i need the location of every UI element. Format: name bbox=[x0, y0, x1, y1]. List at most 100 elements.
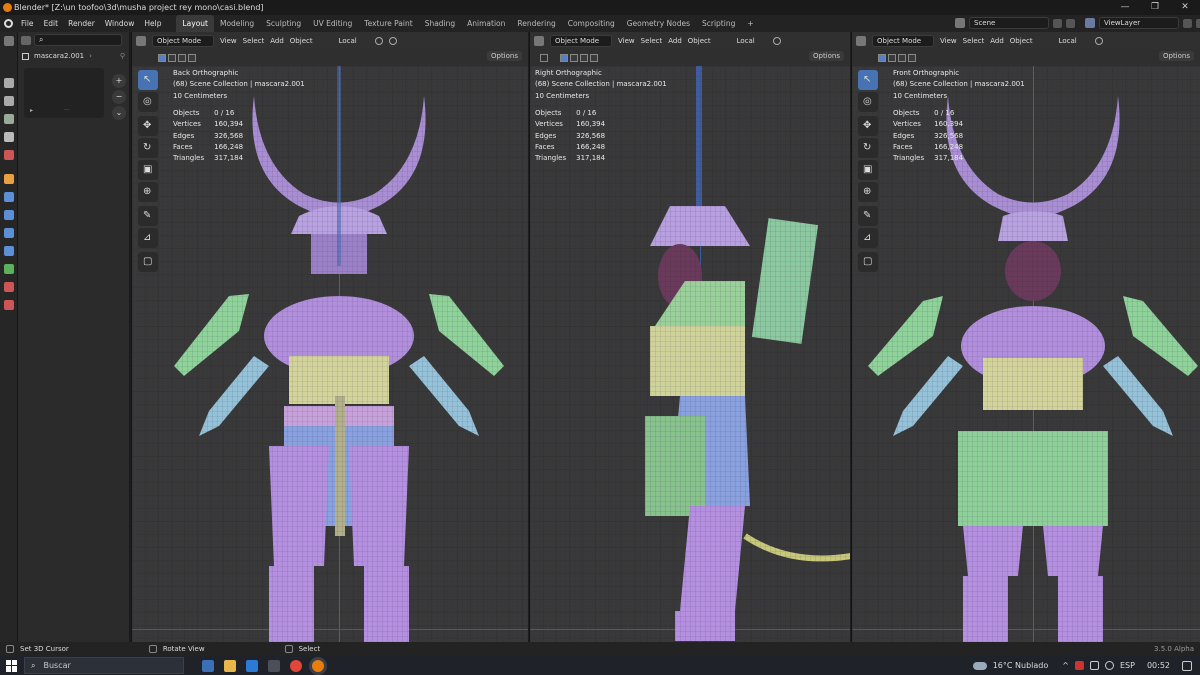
tray-app-icon[interactable] bbox=[1074, 661, 1084, 670]
delete-scene-icon[interactable] bbox=[1066, 18, 1075, 28]
select-invert-icon[interactable] bbox=[908, 53, 916, 62]
select-box-tool[interactable]: ↖ bbox=[858, 70, 878, 90]
scene-tab-icon[interactable] bbox=[4, 150, 14, 160]
scale-tool[interactable]: ▣ bbox=[138, 160, 158, 180]
select-subtract-icon[interactable] bbox=[580, 53, 588, 62]
file-explorer-icon[interactable] bbox=[224, 659, 236, 672]
measure-tool[interactable]: ⊿ bbox=[138, 228, 158, 248]
editor-type-icon[interactable] bbox=[4, 36, 14, 46]
texture-tab-icon[interactable] bbox=[4, 300, 14, 310]
snap-icon[interactable] bbox=[374, 36, 383, 45]
maximize-button[interactable]: ❐ bbox=[1140, 0, 1170, 15]
editor-type-icon[interactable] bbox=[856, 35, 866, 46]
viewport-front[interactable]: Object Mode View Select Add Object Local… bbox=[851, 32, 1200, 642]
minimize-button[interactable]: — bbox=[1110, 0, 1140, 15]
measure-tool[interactable]: ⊿ bbox=[858, 228, 878, 248]
add-cube-tool[interactable]: ▢ bbox=[138, 252, 158, 272]
new-scene-icon[interactable] bbox=[1053, 18, 1062, 28]
blender-menu-icon[interactable] bbox=[0, 15, 16, 32]
language-indicator[interactable]: ESP bbox=[1120, 661, 1135, 670]
weather-label[interactable]: 16°C Nublado bbox=[993, 661, 1049, 670]
tab-layout[interactable]: Layout bbox=[176, 15, 214, 32]
menu-file[interactable]: File bbox=[16, 19, 39, 28]
cursor-tool[interactable]: ◎ bbox=[138, 92, 158, 112]
store-icon[interactable] bbox=[268, 659, 280, 672]
zoom-out-icon[interactable]: − bbox=[112, 90, 126, 104]
transform-tool[interactable]: ⊕ bbox=[138, 182, 158, 202]
object-name[interactable]: mascara2.001 bbox=[34, 52, 84, 60]
chrome-icon[interactable] bbox=[290, 659, 302, 672]
tab-modeling[interactable]: Modeling bbox=[214, 15, 260, 32]
chevron-up-icon[interactable]: ^ bbox=[1062, 661, 1069, 670]
tab-texture-paint[interactable]: Texture Paint bbox=[358, 15, 418, 32]
select-invert-icon[interactable] bbox=[590, 53, 598, 62]
menu-select[interactable]: Select bbox=[243, 37, 265, 45]
menu-edit[interactable]: Edit bbox=[39, 19, 64, 28]
material-tab-icon[interactable] bbox=[4, 282, 14, 292]
new-viewlayer-icon[interactable] bbox=[1183, 18, 1192, 28]
options-button[interactable]: Options bbox=[808, 51, 844, 61]
menu-help[interactable]: Help bbox=[139, 19, 166, 28]
move-tool[interactable]: ✥ bbox=[138, 116, 158, 136]
clock[interactable]: 00:52 bbox=[1147, 661, 1170, 670]
pin-icon[interactable]: ⚲ bbox=[120, 52, 125, 60]
physics-tab-icon[interactable] bbox=[4, 228, 14, 238]
transform-orientation[interactable]: Local bbox=[737, 37, 755, 45]
edge-browser-icon[interactable] bbox=[246, 659, 258, 672]
annotate-tool[interactable]: ✎ bbox=[858, 206, 878, 226]
cursor-icon[interactable] bbox=[540, 53, 548, 62]
add-workspace-button[interactable]: + bbox=[741, 15, 759, 32]
scene-selector[interactable]: Scene bbox=[969, 17, 1049, 29]
menu-add[interactable]: Add bbox=[270, 37, 284, 45]
tab-scripting[interactable]: Scripting bbox=[696, 15, 741, 32]
rotate-tool[interactable]: ↻ bbox=[858, 138, 878, 158]
tab-animation[interactable]: Animation bbox=[461, 15, 511, 32]
constraints-tab-icon[interactable] bbox=[4, 246, 14, 256]
menu-object[interactable]: Object bbox=[290, 37, 313, 45]
tool-tab-icon[interactable] bbox=[4, 78, 14, 88]
task-view-icon[interactable] bbox=[202, 659, 214, 672]
editor-type-icon[interactable] bbox=[534, 35, 544, 46]
close-button[interactable]: ✕ bbox=[1170, 0, 1200, 15]
menu-object[interactable]: Object bbox=[688, 37, 711, 45]
viewlayer-selector[interactable]: ViewLayer bbox=[1099, 17, 1179, 29]
snap-icon[interactable] bbox=[772, 36, 781, 45]
options-button[interactable]: Options bbox=[1158, 51, 1194, 61]
filter-icon[interactable] bbox=[21, 35, 31, 45]
tab-uv-editing[interactable]: UV Editing bbox=[307, 15, 358, 32]
zoom-in-icon[interactable]: + bbox=[112, 74, 126, 88]
rotate-tool[interactable]: ↻ bbox=[138, 138, 158, 158]
transform-orientation[interactable]: Local bbox=[1059, 37, 1077, 45]
transform-tool[interactable]: ⊕ bbox=[858, 182, 878, 202]
editor-type-icon[interactable] bbox=[136, 35, 146, 46]
select-extend-icon[interactable] bbox=[168, 53, 176, 62]
annotate-tool[interactable]: ✎ bbox=[138, 206, 158, 226]
mode-selector[interactable]: Object Mode bbox=[872, 34, 934, 47]
delete-viewlayer-icon[interactable] bbox=[1196, 18, 1200, 28]
select-new-icon[interactable] bbox=[158, 53, 166, 62]
mode-selector[interactable]: Object Mode bbox=[152, 34, 214, 47]
expand-icon[interactable]: ▸ bbox=[30, 107, 33, 114]
viewport-back[interactable]: Object Mode View Select Add Object Local… bbox=[131, 32, 528, 642]
notifications-icon[interactable] bbox=[1182, 660, 1192, 671]
output-tab-icon[interactable] bbox=[4, 114, 14, 124]
drag-handle-icon[interactable]: ··· bbox=[64, 107, 70, 114]
volume-icon[interactable] bbox=[1104, 661, 1114, 670]
data-tab-icon[interactable] bbox=[4, 264, 14, 274]
select-subtract-icon[interactable] bbox=[898, 53, 906, 62]
menu-view[interactable]: View bbox=[940, 37, 957, 45]
select-new-icon[interactable] bbox=[560, 53, 568, 62]
chevron-down-icon[interactable]: ⌄ bbox=[112, 106, 126, 120]
menu-object[interactable]: Object bbox=[1010, 37, 1033, 45]
menu-view[interactable]: View bbox=[220, 37, 237, 45]
options-button[interactable]: Options bbox=[486, 51, 522, 61]
menu-render[interactable]: Render bbox=[63, 19, 100, 28]
tab-geometry-nodes[interactable]: Geometry Nodes bbox=[621, 15, 696, 32]
modifier-tab-icon[interactable] bbox=[4, 192, 14, 202]
blender-taskbar-icon[interactable] bbox=[312, 659, 324, 672]
transform-orientation[interactable]: Local bbox=[339, 37, 357, 45]
menu-select[interactable]: Select bbox=[641, 37, 663, 45]
windows-start-icon[interactable] bbox=[6, 659, 18, 672]
menu-view[interactable]: View bbox=[618, 37, 635, 45]
proportional-edit-icon[interactable] bbox=[388, 36, 397, 45]
